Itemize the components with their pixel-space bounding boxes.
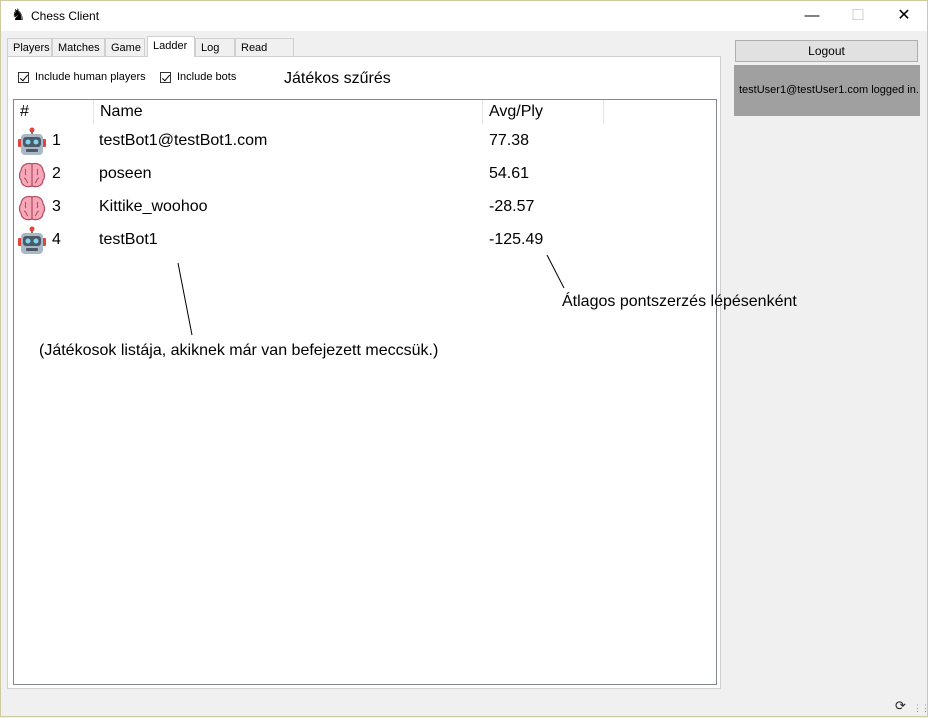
login-status: testUser1@testUser1.com logged in. xyxy=(734,65,920,116)
tab-ladder[interactable]: Ladder xyxy=(147,36,195,57)
app-window: ♞ Chess Client — ☐ ✕ Players Matches Gam… xyxy=(0,0,928,717)
status-bar xyxy=(1,694,927,716)
list-annotation: (Játékosok listája, akiknek már van befe… xyxy=(39,342,439,359)
list-annotation-line xyxy=(177,262,193,336)
logout-button[interactable]: Logout xyxy=(735,40,918,62)
resize-grip-icon[interactable]: ⋮⋮ xyxy=(913,703,928,714)
refresh-icon[interactable]: ⟳ xyxy=(895,698,906,714)
score-annotation-line xyxy=(546,254,565,289)
score-annotation: Átlagos pontszerzés lépésenként xyxy=(562,293,797,310)
